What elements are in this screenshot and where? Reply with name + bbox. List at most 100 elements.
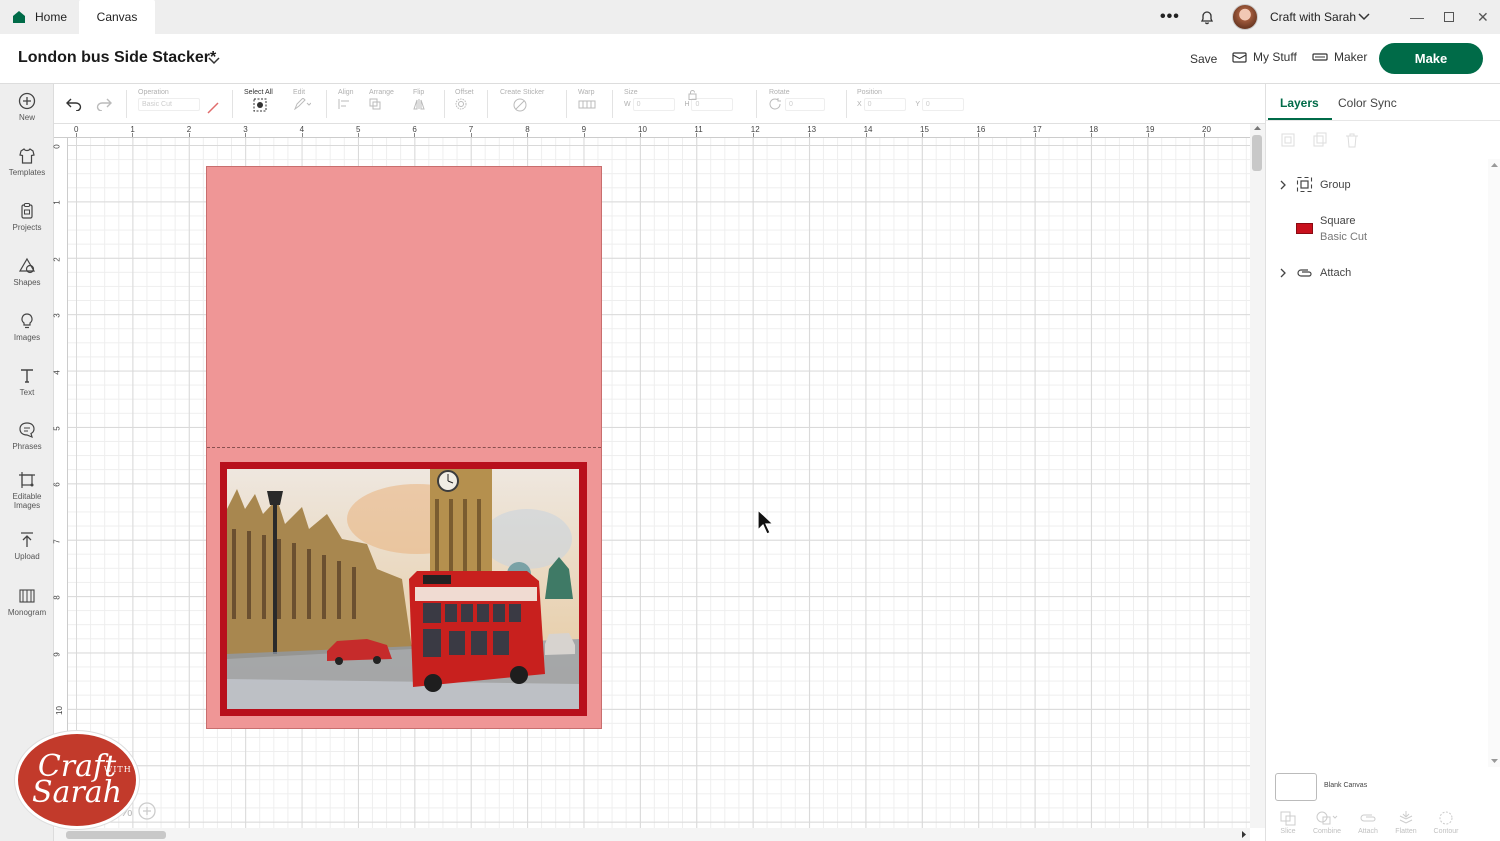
save-button[interactable]: Save	[1190, 52, 1217, 66]
horizontal-scroll-thumb[interactable]	[66, 831, 166, 839]
layer-group-label: Group	[1320, 178, 1351, 191]
blank-canvas-swatch[interactable]	[1275, 773, 1317, 801]
ruler-tick-label: 9	[52, 651, 62, 657]
duplicate-icon[interactable]	[1312, 132, 1328, 148]
undo-icon[interactable]	[66, 97, 82, 111]
maker-button[interactable]: Maker	[1312, 50, 1367, 64]
sidebar-item-new[interactable]: New	[0, 92, 54, 122]
more-menu-icon[interactable]: •••	[1160, 0, 1180, 34]
chevron-right-icon[interactable]	[1278, 268, 1288, 278]
pen-slash-icon[interactable]	[206, 101, 220, 115]
attach-button[interactable]: Attach	[1348, 810, 1388, 835]
sidebar-item-label: Templates	[8, 168, 46, 177]
sidebar-item-upload[interactable]: Upload	[0, 531, 54, 561]
layer-attach[interactable]: Attach	[1278, 267, 1351, 279]
tab-color-sync[interactable]: Color Sync	[1338, 96, 1397, 110]
ruler-tick	[978, 133, 980, 137]
flip-icon	[413, 99, 425, 110]
ruler-tick	[1091, 133, 1093, 137]
combine-icon	[1316, 811, 1338, 825]
layer-group[interactable]: Group	[1278, 176, 1351, 193]
align-button[interactable]: Align	[338, 89, 358, 112]
brand-logo: Craft WITH Sarah	[15, 731, 139, 829]
create-sticker-button[interactable]: Create Sticker	[500, 89, 544, 114]
flip-button[interactable]: Flip	[413, 89, 433, 112]
sidebar-item-editable-images[interactable]: Editable Images	[0, 471, 54, 510]
warp-label: Warp	[578, 89, 595, 96]
score-line	[207, 447, 601, 448]
sidebar-item-images[interactable]: Images	[0, 312, 54, 342]
brand-logo-line2: Sarah	[32, 775, 122, 810]
avatar[interactable]	[1232, 4, 1258, 30]
sidebar-item-phrases[interactable]: Phrases	[0, 421, 54, 451]
select-all-button[interactable]: Select All	[244, 89, 273, 114]
height-input[interactable]: 0	[691, 98, 734, 111]
minimize-icon[interactable]: —	[1410, 0, 1424, 34]
chevron-down-icon[interactable]	[1358, 0, 1370, 34]
horizontal-scrollbar[interactable]	[54, 828, 1250, 841]
warp-button[interactable]: Warp	[578, 89, 602, 112]
plus-circle-icon	[18, 92, 36, 110]
sidebar-item-templates[interactable]: Templates	[0, 147, 54, 177]
sidebar-item-label: Images	[13, 333, 41, 342]
operation-value: Basic Cut	[138, 98, 200, 111]
tab-layers[interactable]: Layers	[1280, 96, 1319, 110]
ruler-tick	[752, 133, 754, 137]
user-name[interactable]: Craft with Sarah	[1270, 0, 1356, 34]
sidebar-item-shapes[interactable]: Shapes	[0, 257, 54, 287]
sidebar-item-monogram[interactable]: Monogram	[0, 587, 54, 617]
sidebar-item-label: Projects	[12, 223, 42, 232]
ruler-tick	[1204, 133, 1205, 137]
chevron-right-icon[interactable]	[1278, 180, 1288, 190]
x-input[interactable]: 0	[863, 98, 906, 111]
tab-canvas[interactable]: Canvas	[79, 0, 155, 34]
maximize-icon[interactable]	[1444, 0, 1454, 34]
ruler-tick	[809, 133, 811, 137]
rotate-input[interactable]: 0	[784, 98, 825, 111]
project-title[interactable]: London bus Side Stacker*	[18, 49, 216, 67]
sidebar-item-projects[interactable]: Projects	[0, 202, 54, 232]
trash-icon[interactable]	[1344, 132, 1360, 148]
ruler-tick	[414, 133, 416, 137]
y-input[interactable]: 0	[921, 98, 964, 111]
slice-button[interactable]: Slice	[1268, 810, 1308, 835]
layer-square-label[interactable]: Square	[1320, 215, 1355, 227]
ruler-tick-label: 2	[52, 257, 62, 262]
ruler-tick	[301, 133, 303, 137]
lock-icon[interactable]	[688, 90, 697, 100]
close-icon[interactable]: ✕	[1477, 0, 1489, 34]
zoom-in-icon[interactable]	[138, 802, 157, 820]
tab-home[interactable]: Home	[12, 0, 67, 34]
flatten-button[interactable]: Flatten	[1386, 810, 1426, 835]
layers-scrollbar[interactable]	[1488, 159, 1500, 767]
width-input[interactable]: 0	[632, 98, 675, 111]
edit-button[interactable]: Edit	[293, 89, 312, 112]
london-bus-image[interactable]	[227, 469, 579, 709]
vertical-scrollbar[interactable]	[1250, 124, 1265, 828]
group-layers-icon[interactable]	[1280, 132, 1296, 148]
sidebar-item-label: Text	[19, 388, 35, 397]
bell-icon[interactable]	[1199, 0, 1215, 34]
edit-toolbar: Operation Basic Cut Select All Edit Alig…	[54, 84, 1265, 124]
make-button[interactable]: Make	[1379, 43, 1483, 74]
pencil-icon	[293, 97, 312, 111]
combine-button[interactable]: Combine	[1307, 810, 1347, 835]
my-stuff-button[interactable]: My Stuff	[1232, 50, 1297, 64]
operation-dropdown[interactable]: Operation Basic Cut	[138, 89, 200, 111]
contour-icon	[1439, 811, 1453, 825]
offset-button[interactable]: Offset	[455, 89, 475, 112]
y-label: Y	[915, 101, 920, 108]
bulb-icon	[21, 313, 33, 329]
vertical-scroll-thumb[interactable]	[1252, 135, 1262, 171]
rotate-controls: Rotate 0	[769, 89, 825, 112]
sidebar-item-text[interactable]: Text	[0, 367, 54, 397]
redo-icon[interactable]	[96, 97, 112, 111]
arrange-button[interactable]: Arrange	[369, 89, 394, 112]
ruler-tick	[1034, 133, 1036, 137]
sidebar-item-label: Editable	[12, 492, 42, 501]
ruler-tick	[527, 133, 529, 137]
chevron-down-icon[interactable]	[208, 52, 220, 70]
contour-button[interactable]: Contour	[1426, 810, 1466, 835]
layer-square-swatch[interactable]	[1296, 223, 1313, 234]
offset-label: Offset	[455, 89, 474, 96]
